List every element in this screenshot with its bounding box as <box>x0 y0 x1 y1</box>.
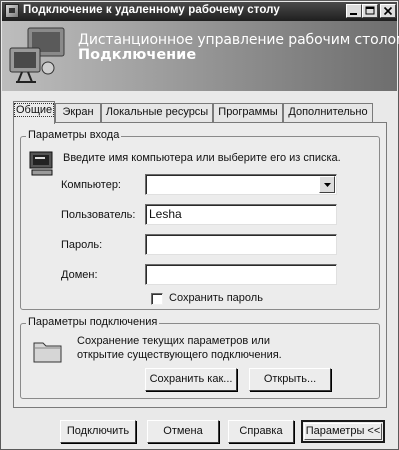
computer-icon <box>29 151 53 176</box>
password-label: Пароль: <box>61 239 103 251</box>
domain-field[interactable] <box>145 264 337 285</box>
tab-local-resources[interactable]: Локальные ресурсы <box>101 103 213 122</box>
chevron-down-icon <box>324 183 331 187</box>
window-title: Подключение к удаленному рабочему столу <box>23 4 280 16</box>
minimize-button[interactable] <box>346 4 362 18</box>
save-as-button[interactable]: Сохранить как... <box>145 368 237 391</box>
title-bar[interactable]: Подключение к удаленному рабочему столу <box>2 2 397 21</box>
user-label: Пользователь: <box>61 209 136 221</box>
tab-advanced[interactable]: Дополнительно <box>283 103 373 122</box>
login-settings-group: Параметры входа Введите имя компьютера и… <box>20 129 380 310</box>
banner-title: Подключение <box>78 47 197 63</box>
tab-general[interactable]: Общие <box>13 101 55 124</box>
save-password-label[interactable]: Сохранить пароль <box>169 292 263 304</box>
login-prompt: Введите имя компьютера или выберите его … <box>63 152 341 164</box>
tab-panel-general: Параметры входа Введите имя компьютера и… <box>13 122 387 408</box>
help-button[interactable]: Справка <box>228 420 294 443</box>
computer-label: Компьютер: <box>61 179 121 191</box>
remote-desktop-logo-icon <box>9 27 65 83</box>
open-button[interactable]: Открыть... <box>249 368 331 391</box>
connection-settings-group: Параметры подключения Сохранение текущих… <box>20 316 380 399</box>
maximize-icon <box>365 6 375 15</box>
save-password-checkbox[interactable] <box>151 293 163 305</box>
connection-settings-legend: Параметры подключения <box>26 316 160 328</box>
minimize-icon <box>350 13 357 15</box>
folder-icon <box>33 342 62 363</box>
connect-button[interactable]: Подключить <box>60 420 136 443</box>
tab-display[interactable]: Экран <box>55 103 101 122</box>
cancel-button[interactable]: Отмена <box>147 420 219 443</box>
close-button[interactable] <box>380 4 396 18</box>
header-banner: Дистанционное управление рабочим столом … <box>2 21 399 91</box>
close-icon <box>383 6 393 16</box>
tab-programs[interactable]: Программы <box>213 103 283 122</box>
banner-subtitle: Дистанционное управление рабочим столом <box>78 32 399 48</box>
domain-label: Домен: <box>61 269 98 281</box>
connection-description: Сохранение текущих параметров или открыт… <box>77 335 282 361</box>
maximize-button[interactable] <box>362 4 378 18</box>
app-icon <box>5 4 19 18</box>
dropdown-button[interactable] <box>319 176 335 193</box>
remote-desktop-window: Подключение к удаленному рабочему столу … <box>0 0 399 450</box>
login-settings-legend: Параметры входа <box>26 129 122 141</box>
password-field[interactable] <box>145 234 337 255</box>
options-button[interactable]: Параметры << <box>301 420 385 443</box>
user-field[interactable]: Lesha <box>145 204 337 225</box>
computer-combobox[interactable] <box>145 174 337 195</box>
